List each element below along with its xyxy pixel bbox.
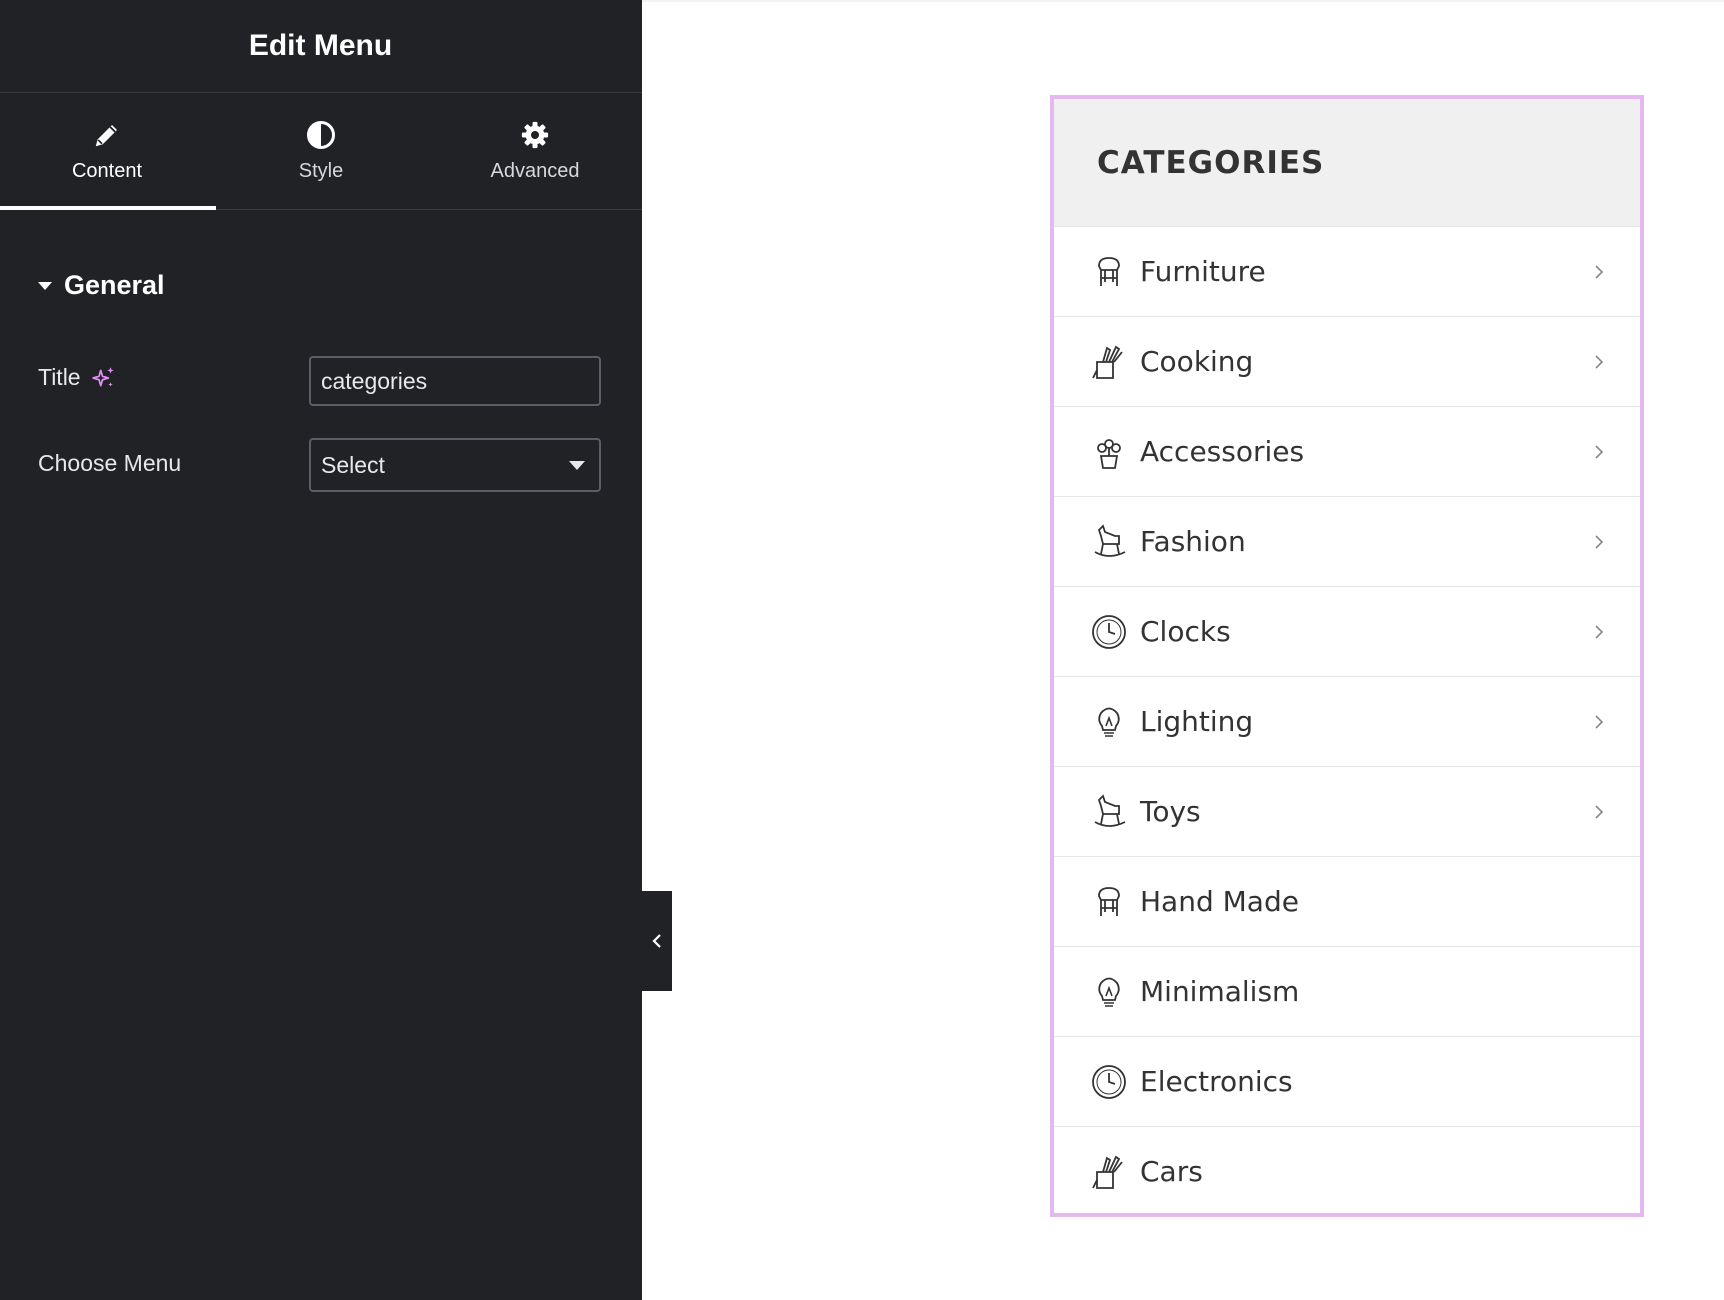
menu-item-furniture[interactable]: Furniture (1054, 227, 1640, 317)
menu-item-label: Toys (1140, 795, 1201, 828)
light-bulb-icon (1098, 977, 1120, 1007)
general-section: General (0, 270, 642, 301)
tab-advanced[interactable]: Advanced (428, 93, 642, 209)
chevron-right-icon[interactable] (1592, 622, 1606, 642)
clock-icon (1092, 614, 1126, 649)
menu-item-fashion[interactable]: Fashion (1054, 497, 1640, 587)
categories-menu-widget[interactable]: CATEGORIES Furniture Cooking Accessories Fa… (1050, 95, 1644, 1217)
menu-item-label: Clocks (1140, 615, 1231, 648)
menu-item-cooking[interactable]: Cooking (1054, 317, 1640, 407)
menu-item-lighting[interactable]: Lighting (1054, 677, 1640, 767)
title-label: Title (38, 364, 81, 390)
menu-item-label: Accessories (1140, 435, 1305, 468)
chair-icon (1098, 886, 1120, 916)
menu-item-label: Fashion (1140, 525, 1246, 558)
knife-block-icon (1092, 345, 1123, 379)
pencil-icon (95, 124, 117, 146)
menu-item-accessories[interactable]: Accessories (1054, 407, 1640, 497)
title-input[interactable] (309, 356, 601, 406)
preview-top-divider (642, 0, 1724, 2)
tab-style[interactable]: Style (214, 93, 428, 209)
panel-title: Edit Menu (248, 29, 393, 62)
section-title: General (64, 270, 165, 300)
menu-item-label: Cars (1140, 1155, 1203, 1188)
panel-header: Edit Menu (0, 0, 642, 93)
rocking-horse-icon (1094, 793, 1126, 827)
chevron-left-icon (652, 934, 661, 948)
menu-item-label: Furniture (1140, 255, 1266, 288)
knife-block-icon (1092, 1155, 1123, 1189)
menu-item-cars[interactable]: Cars (1054, 1127, 1640, 1216)
chevron-right-icon[interactable] (1592, 262, 1606, 282)
menu-item-electronics[interactable]: Electronics (1054, 1037, 1640, 1127)
chevron-right-icon[interactable] (1592, 532, 1606, 552)
menu-item-label: Minimalism (1140, 975, 1300, 1008)
chevron-right-icon[interactable] (1592, 712, 1606, 732)
panel-tabs: Content Style Advanced (0, 93, 642, 210)
clock-icon (1092, 1064, 1126, 1099)
menu-field-row: Choose Menu (38, 450, 181, 477)
tab-content[interactable]: Content (0, 93, 216, 210)
category-menu-list: Furniture Cooking Accessories Fashion Clocks… (1054, 227, 1640, 1216)
title-field-row: Title (38, 364, 117, 391)
caret-down-icon (38, 281, 52, 290)
choose-menu-label: Choose Menu (38, 450, 182, 476)
chevron-right-icon[interactable] (1592, 352, 1606, 372)
menu-item-label: Hand Made (1140, 885, 1299, 918)
menu-item-label: Lighting (1140, 705, 1254, 738)
general-section-toggle[interactable]: General (38, 270, 642, 301)
ai-sparkle-icon[interactable] (91, 365, 117, 391)
menu-item-toys[interactable]: Toys (1054, 767, 1640, 857)
tab-advanced-label: Advanced (490, 159, 580, 182)
contrast-icon (307, 120, 335, 149)
editor-panel: Edit Menu Content Style Advanced General… (0, 0, 642, 1300)
widget-header: CATEGORIES (1054, 99, 1640, 227)
choose-menu-value: Select (321, 451, 385, 478)
light-bulb-icon (1098, 707, 1120, 737)
menu-item-clocks[interactable]: Clocks (1054, 587, 1640, 677)
menu-item-label: Cooking (1140, 345, 1254, 378)
gear-icon (521, 121, 549, 148)
menu-item-minimalism[interactable]: Minimalism (1054, 947, 1640, 1037)
widget-title: CATEGORIES (1097, 144, 1325, 181)
tab-style-label: Style (298, 159, 344, 182)
choose-menu-select[interactable]: Select (309, 438, 601, 492)
flower-pot-icon (1097, 438, 1121, 469)
dropdown-arrow-icon (569, 460, 585, 470)
chair-icon (1098, 256, 1120, 286)
rocking-horse-icon (1094, 523, 1126, 557)
chevron-right-icon[interactable] (1592, 802, 1606, 822)
tab-content-label: Content (71, 159, 143, 182)
collapse-panel-button[interactable] (642, 891, 672, 991)
chevron-right-icon[interactable] (1592, 442, 1606, 462)
menu-item-label: Electronics (1140, 1065, 1293, 1098)
menu-item-hand-made[interactable]: Hand Made (1054, 857, 1640, 947)
